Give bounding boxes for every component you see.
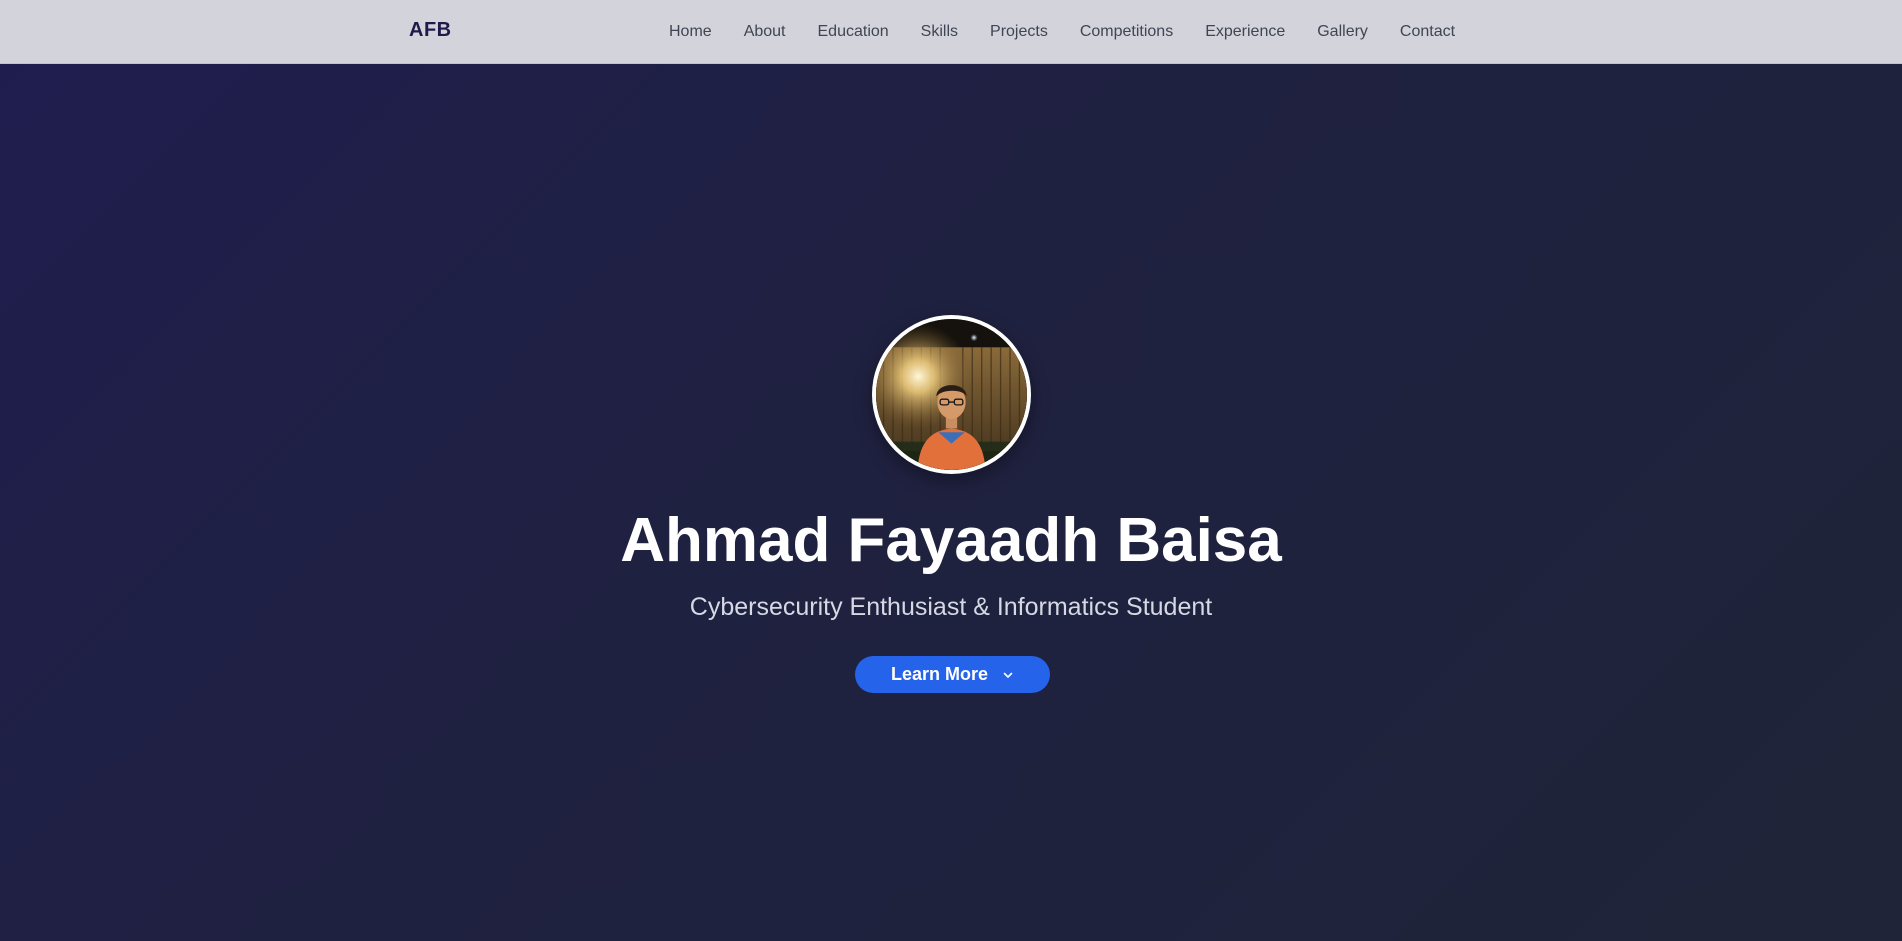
profile-avatar: [872, 315, 1031, 474]
hero-name: Ahmad Fayaadh Baisa: [620, 506, 1282, 575]
brand-logo[interactable]: AFB: [409, 19, 452, 42]
nav-link-skills[interactable]: Skills: [905, 23, 974, 41]
hero-section: Ahmad Fayaadh Baisa Cybersecurity Enthus…: [0, 64, 1902, 941]
learn-more-button[interactable]: Learn More: [855, 656, 1050, 693]
nav-link-education[interactable]: Education: [802, 23, 905, 41]
learn-more-label: Learn More: [890, 664, 989, 684]
chevron-down-icon: [1002, 669, 1014, 681]
nav-link-experience[interactable]: Experience: [1189, 23, 1301, 41]
nav-menu: Home About Education Skills Projects Com…: [653, 0, 1471, 64]
nav-link-home[interactable]: Home: [653, 23, 728, 41]
nav-link-gallery[interactable]: Gallery: [1301, 23, 1384, 41]
top-navbar: AFB Home About Education Skills Projects…: [0, 0, 1902, 64]
nav-link-about[interactable]: About: [728, 23, 802, 41]
hero-subtitle: Cybersecurity Enthusiast & Informatics S…: [689, 593, 1213, 621]
nav-link-competitions[interactable]: Competitions: [1064, 23, 1189, 41]
nav-link-contact[interactable]: Contact: [1384, 23, 1471, 41]
profile-photo-icon: [876, 319, 1027, 470]
nav-link-projects[interactable]: Projects: [974, 23, 1064, 41]
